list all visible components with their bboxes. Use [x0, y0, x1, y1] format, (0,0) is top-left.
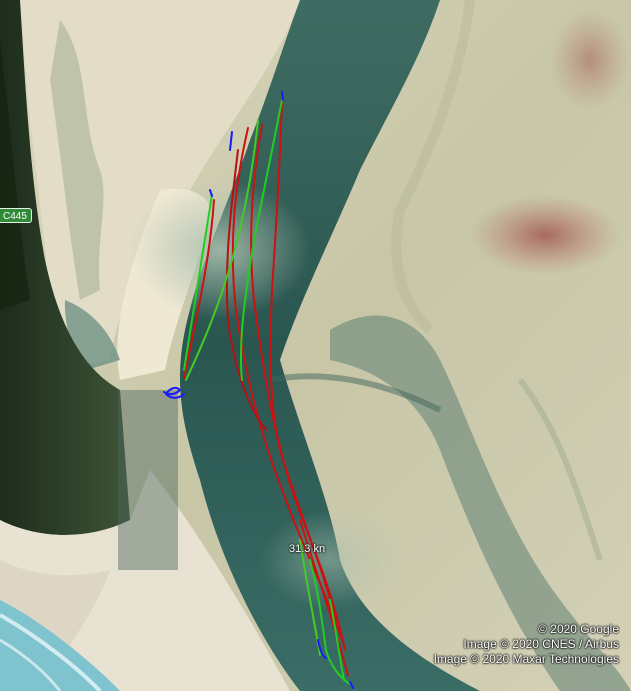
- reddish-sediment-north: [550, 10, 630, 110]
- attribution-line: Image © 2020 CNES / Airbus: [463, 637, 619, 651]
- satellite-map[interactable]: C445 31.3 kn © 2020 Google Image © 2020 …: [0, 0, 631, 691]
- cloud-shadow: [118, 390, 178, 570]
- attribution-line: Image © 2020 Maxar Technologies: [433, 652, 619, 666]
- satellite-imagery: [0, 0, 631, 691]
- attribution-line: © 2020 Google: [538, 622, 619, 636]
- speed-label: 31.3 kn: [289, 543, 326, 555]
- track-blue-turn-2: [281, 91, 284, 101]
- reddish-sediment: [470, 195, 620, 275]
- road-label-c445: C445: [0, 208, 32, 223]
- map-attribution: © 2020 Google Image © 2020 CNES / Airbus…: [434, 622, 619, 667]
